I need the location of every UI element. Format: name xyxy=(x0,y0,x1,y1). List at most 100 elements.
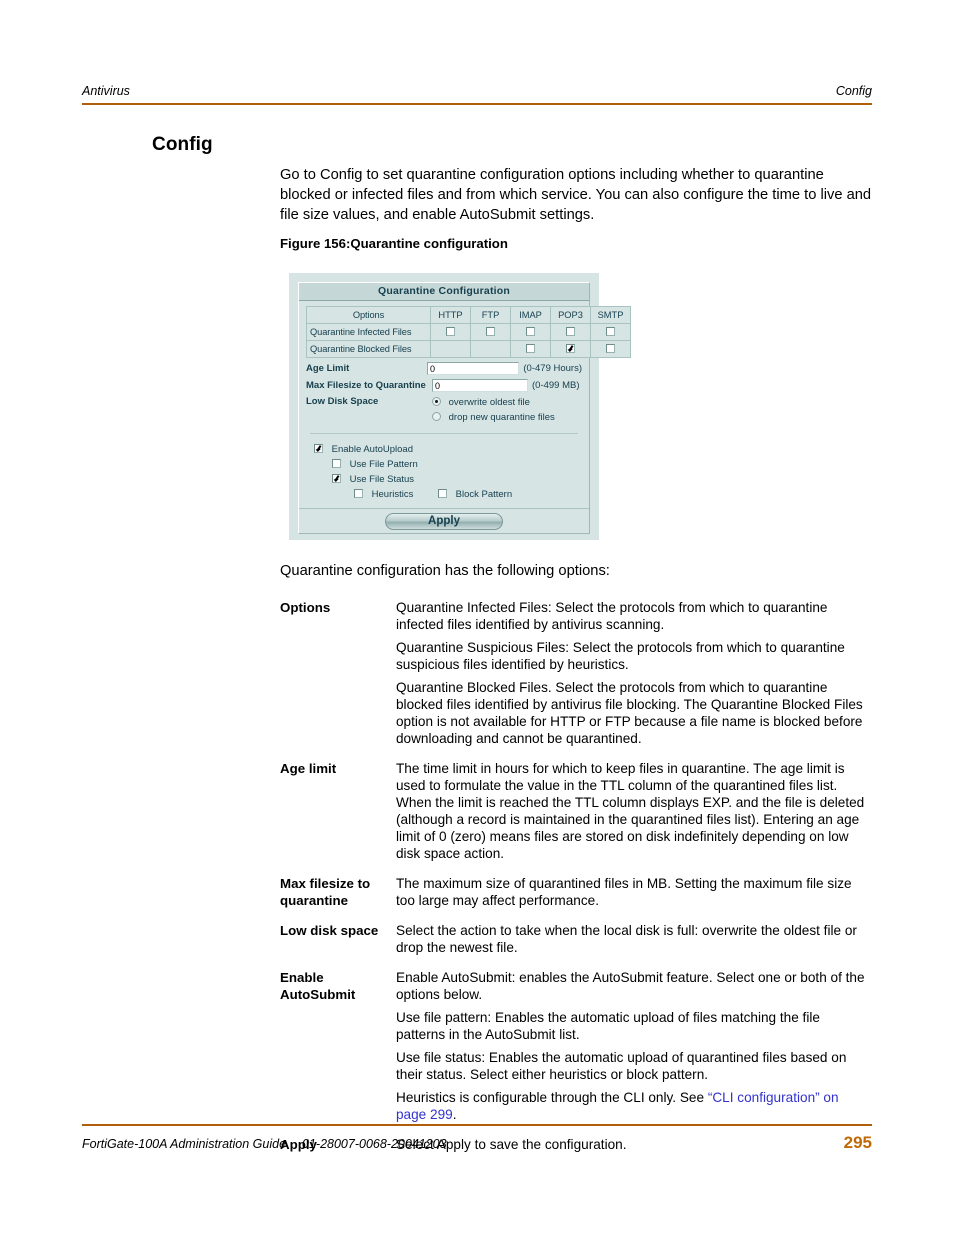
definition-paragraph: The maximum size of quarantined files in… xyxy=(396,876,852,908)
definition-row-enable-autosubmit: Enable AutoSubmit Enable AutoSubmit: ena… xyxy=(280,969,872,1123)
radio-overwrite-oldest-file[interactable] xyxy=(432,397,441,406)
definition-row-low-disk-space: Low disk space Select the action to take… xyxy=(280,922,872,956)
low-disk-space-label: Low Disk Space xyxy=(306,396,379,407)
definition-paragraph-with-link: Heuristics is configurable through the C… xyxy=(396,1089,872,1123)
link-trail-text: . xyxy=(452,1107,457,1122)
autoupload-options: Enable AutoUpload Use File Pattern Use F… xyxy=(306,442,582,502)
cell-blocked-http-empty xyxy=(430,340,471,358)
checkbox-infected-http[interactable] xyxy=(446,327,455,336)
table-row: Quarantine Blocked Files xyxy=(306,340,631,358)
definition-term-enable-autosubmit: Enable AutoSubmit xyxy=(280,970,356,1002)
checkbox-blocked-imap[interactable] xyxy=(526,344,535,353)
checkbox-blocked-pop3[interactable] xyxy=(566,344,575,353)
definition-body-age-limit: The time limit in hours for which to kee… xyxy=(396,760,872,862)
definition-paragraph: Quarantine Blocked Files. Select the pro… xyxy=(396,680,863,746)
definition-body-low-disk-space: Select the action to take when the local… xyxy=(396,922,872,956)
definition-term-low-disk-space: Low disk space xyxy=(280,923,379,938)
age-limit-label: Age Limit xyxy=(306,363,350,374)
quarantine-configuration-figure: Quarantine Configuration Options HTTP FT… xyxy=(289,273,631,540)
running-head-left: Antivirus xyxy=(82,84,130,98)
checkbox-use-file-status[interactable] xyxy=(332,474,341,483)
panel-footer: Apply xyxy=(299,508,589,533)
radio-option-overwrite-oldest-file[interactable]: overwrite oldest file xyxy=(432,396,555,409)
checkbox-infected-imap[interactable] xyxy=(526,327,535,336)
cell-infected-smtp[interactable] xyxy=(590,323,631,341)
definition-paragraph: Quarantine Infected Files: Select the pr… xyxy=(396,600,828,632)
age-limit-row: Age Limit 0 (0-479 Hours) xyxy=(306,362,582,375)
checkbox-row-enable-autoupload[interactable]: Enable AutoUpload xyxy=(306,442,582,457)
cell-blocked-pop3[interactable] xyxy=(550,340,591,358)
panel-body: Options HTTP FTP IMAP POP3 SMTP Quaranti… xyxy=(299,301,631,508)
max-filesize-row: Max Filesize to Quarantine 0 (0-499 MB) xyxy=(306,379,582,392)
label-heuristics: Heuristics xyxy=(371,489,414,500)
row-label-quarantine-blocked-files: Quarantine Blocked Files xyxy=(306,340,431,358)
definition-paragraph: The time limit in hours for which to kee… xyxy=(396,761,865,861)
age-limit-hint: (0-479 Hours) xyxy=(523,363,582,374)
low-disk-space-radio-group: overwrite oldest file drop new quarantin… xyxy=(432,396,555,424)
quarantine-config-panel: Quarantine Configuration Options HTTP FT… xyxy=(298,282,631,534)
footer-guide-title: FortiGate-100A Administration Guide xyxy=(82,1137,287,1151)
definition-body-options: Quarantine Infected Files: Select the pr… xyxy=(396,599,872,747)
cell-blocked-ftp-empty xyxy=(470,340,511,358)
age-limit-input[interactable]: 0 xyxy=(427,362,520,375)
radio-label-drop-new-quarantine-files: drop new quarantine files xyxy=(448,412,555,423)
definition-paragraph: Enable AutoSubmit: enables the AutoSubmi… xyxy=(396,970,865,1002)
footer-document-number: 01-28007-0068-20041203 xyxy=(302,1137,447,1151)
checkbox-block-pattern[interactable] xyxy=(437,489,447,498)
definition-row-max-filesize: Max filesize to quarantine The maximum s… xyxy=(280,875,872,909)
col-header-options: Options xyxy=(306,306,431,324)
header-rule xyxy=(82,103,872,105)
definition-paragraph: Quarantine Suspicious Files: Select the … xyxy=(396,640,845,672)
footer-page-number: 295 xyxy=(843,1133,872,1152)
definition-row-age-limit: Age limit The time limit in hours for wh… xyxy=(280,760,872,862)
checkbox-row-heuristics-block-pattern: Heuristics Block Pattern xyxy=(306,487,582,502)
checkbox-enable-autoupload[interactable] xyxy=(314,444,323,453)
page-footer: FortiGate-100A Administration Guide 01-2… xyxy=(82,1133,872,1153)
definition-term-options: Options xyxy=(280,600,331,615)
checkbox-row-use-file-status[interactable]: Use File Status xyxy=(306,472,582,487)
col-header-ftp: FTP xyxy=(470,306,511,324)
panel-divider xyxy=(310,433,578,434)
radio-drop-new-quarantine-files[interactable] xyxy=(432,412,441,421)
checkbox-heuristics[interactable] xyxy=(354,489,363,498)
cell-infected-pop3[interactable] xyxy=(550,323,591,341)
table-header-row: Options HTTP FTP IMAP POP3 SMTP xyxy=(306,306,631,324)
checkbox-infected-ftp[interactable] xyxy=(486,327,495,336)
low-disk-space-row: Low Disk Space overwrite oldest file dro… xyxy=(306,396,582,424)
max-filesize-hint: (0-499 MB) xyxy=(532,380,580,391)
label-use-file-status: Use File Status xyxy=(349,474,415,485)
radio-option-drop-new-quarantine-files[interactable]: drop new quarantine files xyxy=(432,411,555,424)
cell-infected-imap[interactable] xyxy=(510,323,551,341)
definition-body-enable-autosubmit: Enable AutoSubmit: enables the AutoSubmi… xyxy=(396,969,872,1123)
label-enable-autoupload: Enable AutoUpload xyxy=(331,444,413,455)
definition-paragraph: Select the action to take when the local… xyxy=(396,923,857,955)
figure-caption: Figure 156:Quarantine configuration xyxy=(280,236,508,251)
checkbox-infected-smtp[interactable] xyxy=(606,327,615,336)
checkbox-row-use-file-pattern[interactable]: Use File Pattern xyxy=(306,457,582,472)
checkbox-blocked-smtp[interactable] xyxy=(606,344,615,353)
cell-blocked-smtp[interactable] xyxy=(590,340,631,358)
cell-infected-http[interactable] xyxy=(430,323,471,341)
definition-term-age-limit: Age limit xyxy=(280,761,337,776)
checkbox-infected-pop3[interactable] xyxy=(566,327,575,336)
max-filesize-input[interactable]: 0 xyxy=(432,379,528,392)
definition-row-options: Options Quarantine Infected Files: Selec… xyxy=(280,599,872,747)
row-label-quarantine-infected-files: Quarantine Infected Files xyxy=(306,323,431,341)
apply-button[interactable]: Apply xyxy=(385,512,503,530)
definition-term-max-filesize: Max filesize to quarantine xyxy=(280,876,371,908)
checkbox-use-file-pattern[interactable] xyxy=(332,459,341,468)
link-lead-text: Heuristics is configurable through the C… xyxy=(396,1090,708,1105)
intro-paragraph: Go to Config to set quarantine configura… xyxy=(280,167,872,224)
definition-paragraph: Use file status: Enables the automatic u… xyxy=(396,1050,847,1082)
label-block-pattern: Block Pattern xyxy=(455,489,513,500)
col-header-http: HTTP xyxy=(430,306,471,324)
options-intro-line: Quarantine configuration has the followi… xyxy=(280,563,610,579)
col-header-imap: IMAP xyxy=(510,306,551,324)
label-use-file-pattern: Use File Pattern xyxy=(349,459,418,470)
cell-blocked-imap[interactable] xyxy=(510,340,551,358)
footer-rule xyxy=(82,1124,872,1126)
col-header-smtp: SMTP xyxy=(590,306,631,324)
cell-infected-ftp[interactable] xyxy=(470,323,511,341)
protocol-options-table: Options HTTP FTP IMAP POP3 SMTP Quaranti… xyxy=(306,306,631,358)
max-filesize-label: Max Filesize to Quarantine xyxy=(306,380,426,391)
